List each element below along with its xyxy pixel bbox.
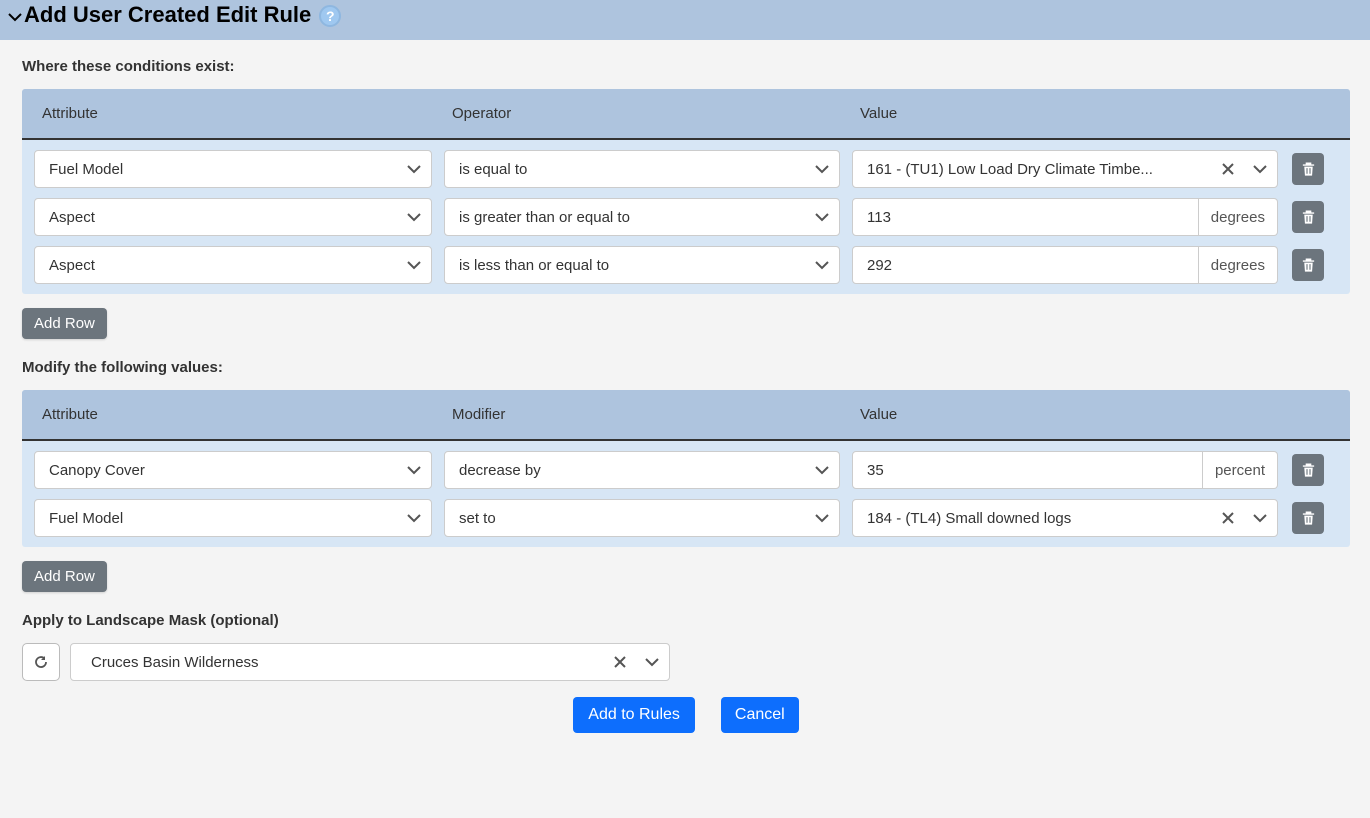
chevron-down-icon[interactable] [1253,511,1267,525]
modifier-value-input[interactable]: 35 [852,451,1203,489]
col-value: Value [854,105,1276,122]
delete-row-button[interactable] [1292,454,1324,486]
modifier-value-input-unit: percent [1203,451,1278,489]
mask-value: Cruces Basin Wilderness [91,654,613,671]
delete-row-button[interactable] [1292,153,1324,185]
mask-combo[interactable]: Cruces Basin Wilderness [70,643,670,681]
condition-value-input-unit: degrees [1199,246,1278,284]
col-attribute: Attribute [36,105,446,122]
chevron-down-icon[interactable] [815,210,829,224]
col-attribute: Attribute [36,406,446,423]
chevron-down-icon[interactable] [815,258,829,272]
col-operator: Operator [446,105,854,122]
page-header: Add User Created Edit Rule ? [0,0,1370,40]
footer-actions: Add to Rules Cancel [22,697,1350,733]
col-value: Value [854,406,1276,423]
condition-value-input-unit: degrees [1199,198,1278,236]
condition-attribute-select[interactable]: Fuel Model [34,150,432,188]
modifier-value-combo[interactable]: 184 - (TL4) Small downed logs [852,499,1278,537]
refresh-mask-button[interactable] [22,643,60,681]
chevron-down-icon[interactable] [815,162,829,176]
clear-icon[interactable] [1221,511,1235,525]
conditions-header-row: Attribute Operator Value [22,89,1350,140]
delete-row-button[interactable] [1292,201,1324,233]
chevron-down-icon[interactable] [407,210,421,224]
add-condition-row-button[interactable]: Add Row [22,308,107,339]
condition-operator-select[interactable]: is greater than or equal to [444,198,840,236]
condition-attribute-select[interactable]: Aspect [34,198,432,236]
page-title: Add User Created Edit Rule [24,2,311,28]
delete-row-button[interactable] [1292,502,1324,534]
clear-icon[interactable] [613,655,627,669]
conditions-table: Attribute Operator Value Fuel Model is e… [22,89,1350,294]
cancel-button[interactable]: Cancel [721,697,799,733]
clear-icon[interactable] [1221,162,1235,176]
chevron-down-icon[interactable] [645,655,659,669]
col-modifier: Modifier [446,406,854,423]
collapse-icon[interactable] [8,10,22,24]
mask-row: Cruces Basin Wilderness [22,643,1350,681]
condition-row: Aspect is less than or equal to 292 degr… [22,236,1350,294]
condition-value-input[interactable]: 113 [852,198,1199,236]
condition-row: Aspect is greater than or equal to 113 d… [22,188,1350,236]
add-to-rules-button[interactable]: Add to Rules [573,697,695,733]
mask-label: Apply to Landscape Mask (optional) [22,612,1350,629]
chevron-down-icon[interactable] [1253,162,1267,176]
condition-value-combo[interactable]: 161 - (TU1) Low Load Dry Climate Timbe..… [852,150,1278,188]
condition-operator-select[interactable]: is equal to [444,150,840,188]
col-actions [1310,105,1336,122]
modifier-attribute-select[interactable]: Fuel Model [34,499,432,537]
chevron-down-icon[interactable] [815,463,829,477]
modifier-attribute-select[interactable]: Canopy Cover [34,451,432,489]
conditions-label: Where these conditions exist: [22,58,1350,75]
chevron-down-icon[interactable] [407,258,421,272]
chevron-down-icon[interactable] [407,162,421,176]
modifier-modifier-select[interactable]: set to [444,499,840,537]
add-modifier-row-button[interactable]: Add Row [22,561,107,592]
modifiers-table: Attribute Modifier Value Canopy Cover de… [22,390,1350,547]
help-icon[interactable]: ? [319,5,341,27]
delete-row-button[interactable] [1292,249,1324,281]
chevron-down-icon[interactable] [407,511,421,525]
modifiers-header-row: Attribute Modifier Value [22,390,1350,441]
modifiers-label: Modify the following values: [22,359,1350,376]
modifier-modifier-select[interactable]: decrease by [444,451,840,489]
col-actions [1310,406,1336,423]
modifier-row: Canopy Cover decrease by 35 percent [22,441,1350,489]
condition-value-input[interactable]: 292 [852,246,1199,284]
condition-operator-select[interactable]: is less than or equal to [444,246,840,284]
chevron-down-icon[interactable] [407,463,421,477]
chevron-down-icon[interactable] [815,511,829,525]
condition-attribute-select[interactable]: Aspect [34,246,432,284]
condition-row: Fuel Model is equal to 161 - (TU1) Low L… [22,140,1350,188]
modifier-row: Fuel Model set to 184 - (TL4) Small down… [22,489,1350,547]
